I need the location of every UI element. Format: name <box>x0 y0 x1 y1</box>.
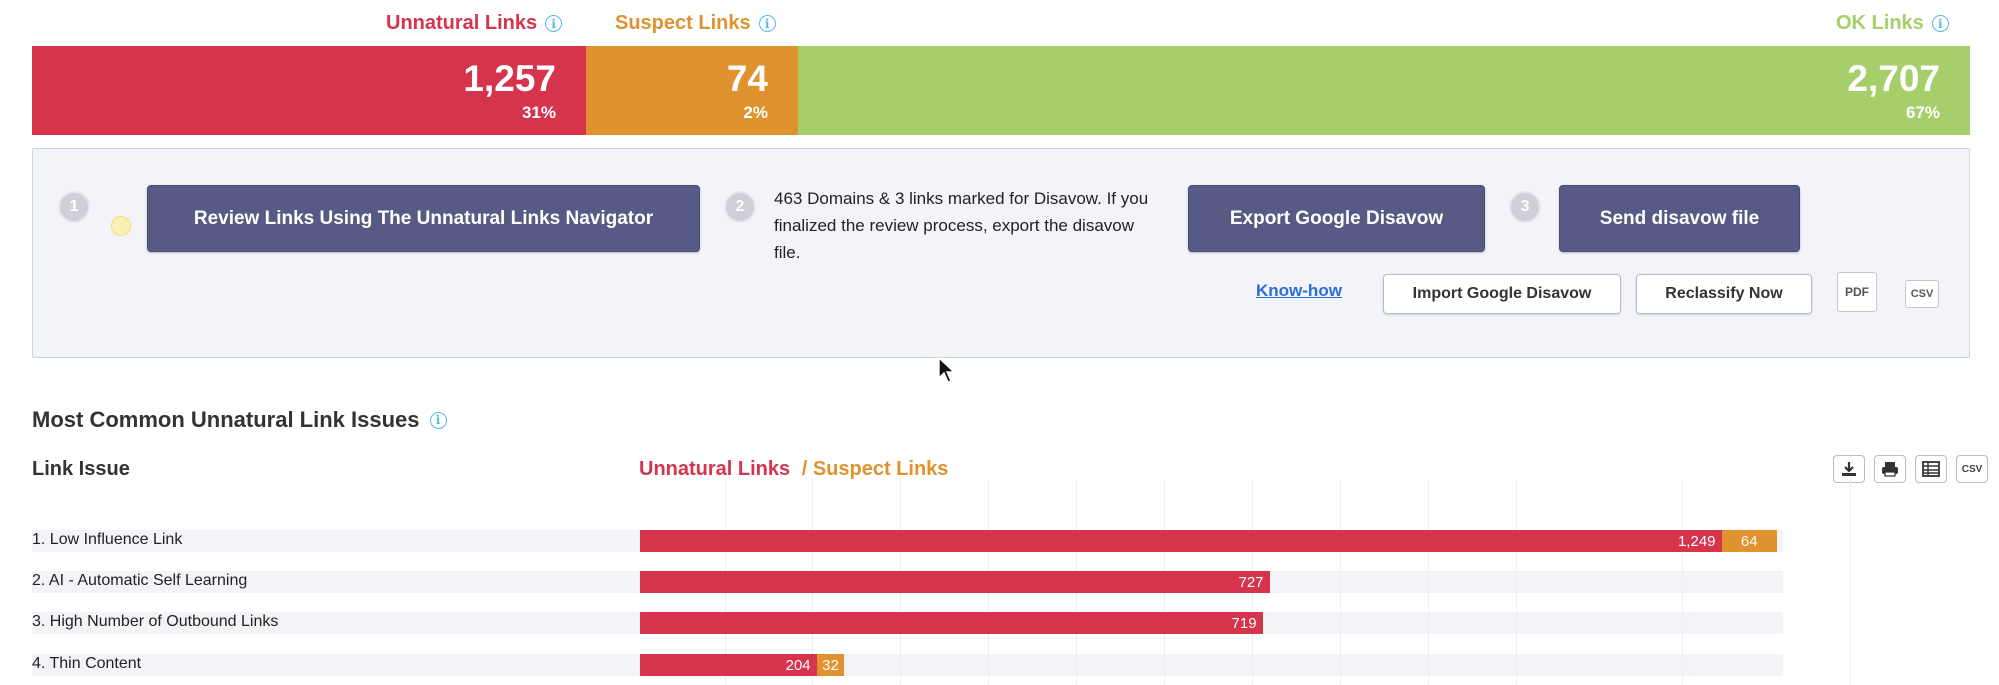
step-2-badge: 2 <box>724 191 756 223</box>
link-issue-label: 4. Thin Content <box>32 655 142 672</box>
csv-export-button[interactable]: CSV <box>1905 280 1939 308</box>
import-button-label: Import Google Disavow <box>1412 285 1592 302</box>
disavow-status-text: 463 Domains & 3 links marked for Disavow… <box>774 189 1149 262</box>
ok-links-label: OK Links i <box>1836 12 1949 35</box>
mouse-cursor-icon <box>938 357 956 383</box>
review-links-button-label: Review Links Using The Unnatural Links N… <box>193 207 654 229</box>
table-view-button[interactable] <box>1915 455 1947 483</box>
unnatural-links-bar[interactable]: 727 <box>640 571 1270 593</box>
grid-line <box>1340 478 1341 685</box>
section-title-text: Most Common Unnatural Link Issues <box>32 407 420 432</box>
legend-unnatural-links[interactable]: Unnatural Links <box>639 458 790 480</box>
step-2-number: 2 <box>735 198 745 215</box>
step-1-number: 1 <box>69 198 79 215</box>
send-disavow-file-button[interactable]: Send disavow file <box>1559 185 1800 252</box>
info-icon[interactable]: i <box>758 15 776 32</box>
ok-links-percent: 67% <box>1905 103 1940 122</box>
unnatural-links-bar[interactable]: 204 <box>640 654 817 676</box>
info-icon[interactable]: i <box>1931 15 1949 32</box>
chart-toolbar: CSV <box>1833 455 1988 483</box>
suspect-links-percent: 2% <box>743 103 768 122</box>
info-icon[interactable]: i <box>545 15 563 32</box>
reclassify-now-button[interactable]: Reclassify Now <box>1636 274 1812 314</box>
step-1-badge: 1 <box>58 191 90 223</box>
print-button[interactable] <box>1874 455 1906 483</box>
link-issue-label: 3. High Number of Outbound Links <box>32 613 279 630</box>
suspect-links-count: 74 <box>726 58 768 99</box>
import-google-disavow-button[interactable]: Import Google Disavow <box>1383 274 1621 314</box>
disavow-workflow-panel: 1 Review Links Using The Unnatural Links… <box>32 148 1970 358</box>
export-google-disavow-button[interactable]: Export Google Disavow <box>1188 185 1485 252</box>
ok-links-segment[interactable]: 2,707 67% <box>798 46 1970 135</box>
section-title: Most Common Unnatural Link Issues i <box>32 407 447 433</box>
suspect-links-bar[interactable]: 64 <box>1721 530 1777 552</box>
link-issue-label: 2. AI - Automatic Self Learning <box>32 572 248 589</box>
download-icon <box>1842 462 1856 476</box>
grid-line <box>1516 478 1517 685</box>
unnatural-links-count: 1,257 <box>463 58 556 99</box>
table-icon <box>1922 461 1940 477</box>
suspect-links-title: Suspect Links <box>615 12 751 34</box>
link-issue-column-header: Link Issue <box>32 458 130 480</box>
unnatural-links-bar[interactable]: 1,249 <box>640 530 1722 552</box>
status-dot-icon <box>111 216 131 236</box>
review-links-button[interactable]: Review Links Using The Unnatural Links N… <box>147 185 700 252</box>
grid-line <box>1682 478 1683 685</box>
unnatural-links-percent: 31% <box>521 103 556 122</box>
reclassify-button-label: Reclassify Now <box>1665 285 1783 302</box>
unnatural-links-title: Unnatural Links <box>386 12 538 34</box>
know-how-link[interactable]: Know-how <box>1256 281 1342 301</box>
grid-line <box>1428 478 1429 685</box>
suspect-links-label: Suspect Links i <box>615 12 776 35</box>
print-icon <box>1882 462 1898 477</box>
step-3-badge: 3 <box>1509 191 1541 223</box>
export-button-label: Export Google Disavow <box>1229 207 1444 229</box>
link-issues-bar-chart: 1,249 64 727 719 204 32 <box>640 478 1851 685</box>
suspect-links-segment[interactable]: 74 2% <box>586 46 798 135</box>
suspect-links-bar[interactable]: 32 <box>816 654 845 676</box>
grid-line <box>1850 478 1851 685</box>
unnatural-links-segment[interactable]: 1,257 31% <box>32 46 586 135</box>
csv-label: CSV <box>1910 288 1934 300</box>
ok-links-count: 2,707 <box>1847 58 1940 99</box>
step-3-number: 3 <box>1520 198 1530 215</box>
csv-download-button[interactable]: CSV <box>1956 455 1988 483</box>
pdf-label: PDF <box>1845 285 1869 299</box>
unnatural-links-bar[interactable]: 719 <box>640 612 1263 634</box>
csv-label: CSV <box>1961 463 1983 475</box>
links-summary-bar: 1,257 31% 74 2% 2,707 67% <box>32 46 1970 135</box>
ok-links-title: OK Links <box>1836 12 1924 34</box>
info-icon[interactable]: i <box>429 411 447 429</box>
legend-suspect-links[interactable]: / Suspect Links <box>802 458 949 480</box>
pdf-export-button[interactable]: PDF <box>1837 272 1877 312</box>
send-button-label: Send disavow file <box>1599 207 1760 229</box>
link-issue-label: 1. Low Influence Link <box>32 531 183 548</box>
unnatural-links-label: Unnatural Links i <box>386 12 563 35</box>
